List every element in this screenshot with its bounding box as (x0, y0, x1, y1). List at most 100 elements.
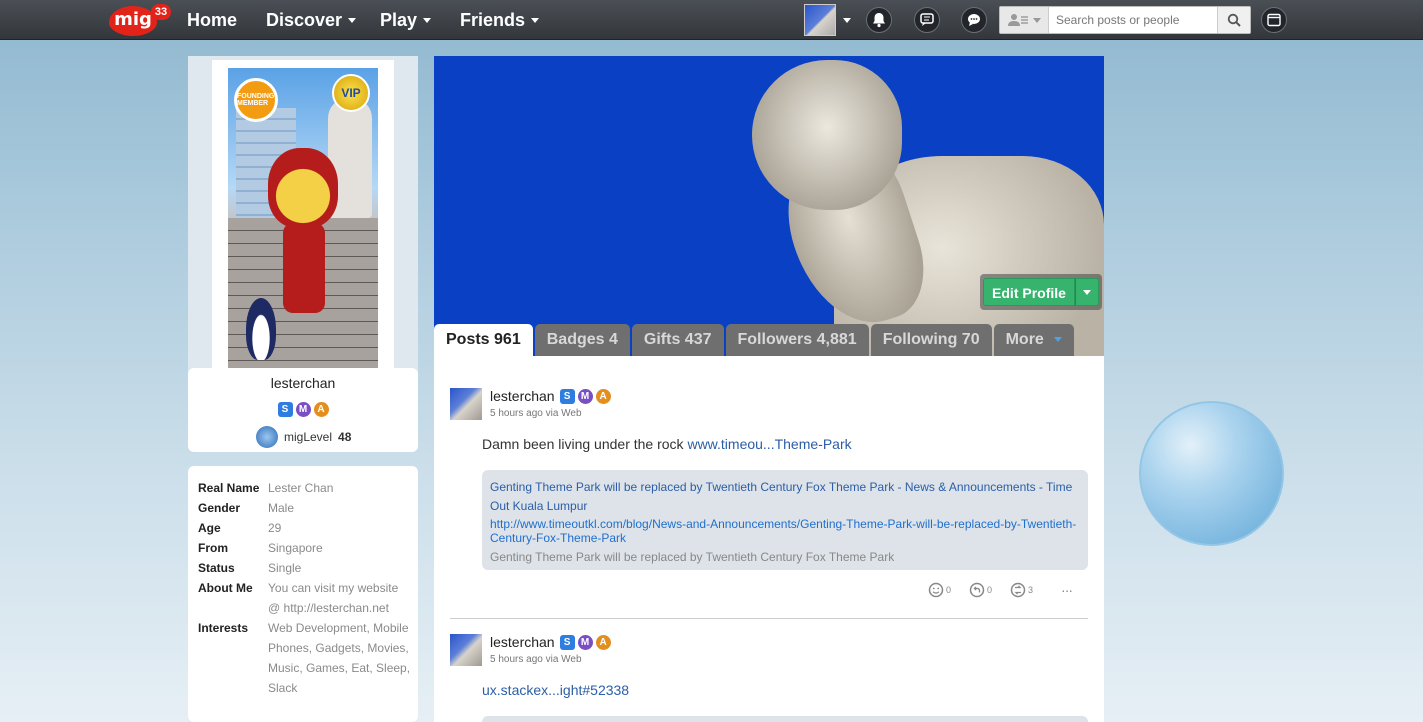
username-card: lesterchan S M A migLevel 48 (188, 368, 418, 452)
logo-badge-number: 33 (151, 4, 171, 20)
info-row-from: From Singapore (198, 538, 418, 558)
link-preview-url[interactable]: http://www.timeoutkl.com/blog/News-and-A… (490, 517, 1080, 545)
miglevel-icon (256, 426, 278, 448)
info-row-gender: Gender Male (198, 498, 418, 518)
chevron-down-icon (1054, 337, 1063, 343)
badge-a-icon: A (595, 388, 611, 404)
post-author: lesterchan S M A (490, 388, 611, 404)
nav-home-label: Home (187, 10, 238, 30)
badge-m-icon: M (577, 634, 593, 650)
messages-icon[interactable] (961, 7, 987, 33)
tab-badges[interactable]: Badges 4 (534, 324, 630, 356)
tab-posts[interactable]: Posts 961 (434, 324, 533, 356)
badge-m-icon[interactable]: M (295, 402, 311, 417)
miglevel: migLevel 48 (256, 426, 351, 448)
link-preview[interactable]: Genting Theme Park will be replaced by T… (482, 470, 1088, 570)
post-author-name[interactable]: lesterchan (490, 388, 555, 404)
nav-friends[interactable]: Friends (460, 10, 540, 31)
info-label: About Me (198, 581, 253, 595)
avatar-ironman-head (268, 148, 338, 228)
info-value: Singapore (268, 541, 323, 555)
chevron-down-icon (423, 18, 432, 23)
reshare-action[interactable]: 3 (1010, 582, 1033, 598)
profile-username: lesterchan (270, 375, 336, 391)
chat-feed-icon[interactable] (914, 7, 940, 33)
bell-icon[interactable] (866, 7, 892, 33)
nav-discover[interactable]: Discover (266, 10, 357, 31)
mig33-logo[interactable]: mig 33 (109, 4, 171, 36)
badge-a-icon: A (595, 634, 611, 650)
info-row-interests: Interests Web Development, Mobile Phones… (198, 618, 418, 698)
nav-discover-label: Discover (266, 10, 343, 30)
search-input[interactable] (1050, 7, 1217, 33)
more-options-icon[interactable]: ··· (1061, 582, 1073, 598)
decorative-bubble (1139, 401, 1284, 546)
edit-profile-dropdown[interactable] (1075, 278, 1099, 306)
link-preview[interactable] (482, 716, 1088, 722)
emote-action[interactable]: 0 (928, 582, 951, 598)
tab-label: Gifts (643, 331, 681, 348)
user-badges: S M A (188, 402, 418, 417)
badge-s-icon: S (559, 388, 575, 404)
post-author-avatar[interactable] (450, 388, 482, 420)
post-divider (450, 618, 1088, 619)
avatar-penguin (246, 298, 276, 360)
tab-count: 4 (608, 331, 618, 348)
profile-tabs: Posts 961 Badges 4 Gifts 437 Followers 4… (434, 324, 1075, 356)
people-filter-icon[interactable] (1000, 7, 1049, 33)
user-avatar-menu[interactable] (804, 4, 836, 36)
tab-count: 961 (494, 331, 521, 348)
founding-member-badge: FOUNDING MEMBER (234, 78, 278, 122)
chevron-down-icon (1083, 289, 1091, 295)
miglevel-value: 48 (338, 430, 352, 444)
search-icon[interactable] (1217, 7, 1250, 33)
tab-gifts[interactable]: Gifts 437 (631, 324, 724, 356)
tab-label: Followers (737, 331, 813, 348)
calendar-icon[interactable] (1261, 7, 1287, 33)
tab-label: More (1005, 331, 1044, 348)
tab-followers[interactable]: Followers 4,881 (725, 324, 869, 356)
info-label: Interests (198, 621, 249, 635)
reply-icon (969, 582, 985, 598)
nav-home[interactable]: Home (187, 10, 237, 31)
smiley-icon (928, 582, 944, 598)
post-timestamp[interactable]: 5 hours ago via Web (490, 654, 582, 665)
reshare-icon (1010, 582, 1026, 598)
tab-label: Following (882, 331, 958, 348)
post-timestamp[interactable]: 5 hours ago via Web (490, 408, 582, 419)
badge-a-icon[interactable]: A (313, 402, 329, 417)
emote-count: 0 (946, 585, 952, 595)
post-item: lesterchan S M A 5 hours ago via Web ux.… (450, 634, 1088, 722)
chevron-down-icon (1032, 17, 1041, 23)
tab-more[interactable]: More (993, 324, 1075, 356)
info-row-status: Status Single (198, 558, 418, 578)
badge-m-icon: M (577, 388, 593, 404)
tab-following[interactable]: Following 70 (870, 324, 992, 356)
edit-profile-button[interactable]: Edit Profile (983, 278, 1075, 306)
profile-info-card: Real Name Lester Chan Gender Male Age 29… (188, 466, 418, 722)
cover-photo (434, 56, 1104, 356)
reply-action[interactable]: 0 (969, 582, 992, 598)
badge-s-icon: S (559, 634, 575, 650)
link-preview-title[interactable]: Genting Theme Park will be replaced by T… (490, 478, 1080, 516)
post-link[interactable]: www.timeou...Theme-Park (687, 436, 851, 452)
post-author: lesterchan S M A (490, 634, 611, 650)
info-row-real-name: Real Name Lester Chan (198, 478, 418, 498)
tab-count: 437 (684, 331, 712, 348)
badge-s-icon[interactable]: S (277, 402, 293, 417)
tab-label: Posts (446, 331, 490, 348)
avatar-image[interactable]: FOUNDING MEMBER VIP (228, 68, 378, 368)
post-author-name[interactable]: lesterchan (490, 634, 555, 650)
nav-friends-label: Friends (460, 10, 526, 30)
post-body: ux.stackex...ight#52338 (482, 682, 629, 698)
logo-mig-text: mig (109, 6, 157, 36)
chevron-down-icon[interactable] (843, 18, 851, 23)
miglevel-label: migLevel (284, 430, 333, 444)
post-author-avatar[interactable] (450, 634, 482, 666)
info-label: Real Name (198, 481, 260, 495)
founding-member-text: FOUNDING MEMBER (237, 93, 275, 107)
post-actions: 0 0 3 ··· (928, 582, 1073, 598)
tab-count: 70 (961, 331, 980, 348)
nav-play[interactable]: Play (380, 10, 432, 31)
post-link[interactable]: ux.stackex...ight#52338 (482, 682, 629, 698)
